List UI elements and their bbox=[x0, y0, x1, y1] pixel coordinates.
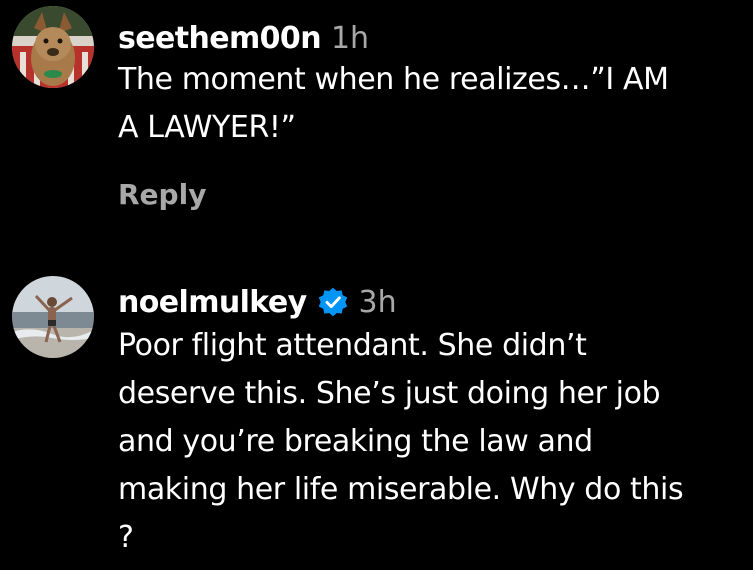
comment-header: seethem00n 1h bbox=[118, 18, 745, 58]
avatar[interactable] bbox=[12, 276, 94, 358]
comment-text: Poor flight attendant. She didn’t deserv… bbox=[118, 328, 684, 555]
timestamp: 3h bbox=[358, 284, 397, 320]
username[interactable]: noelmulkey bbox=[118, 285, 307, 320]
comment-header: noelmulkey 3h bbox=[118, 282, 745, 322]
beach-person-avatar-icon bbox=[12, 276, 94, 358]
verified-badge-icon bbox=[317, 286, 349, 318]
reply-button[interactable]: Reply bbox=[118, 178, 206, 211]
comment-body: noelmulkey 3h Poor flight attendant. She… bbox=[118, 282, 745, 562]
timestamp: 1h bbox=[330, 20, 370, 56]
comment-text: The moment when he realizes…”I AM A LAWY… bbox=[118, 62, 669, 145]
comment-body: seethem00n 1h The moment when he realize… bbox=[118, 18, 745, 152]
dog-avatar-icon bbox=[12, 6, 94, 88]
avatar[interactable] bbox=[12, 6, 94, 88]
comment-item: noelmulkey 3h Poor flight attendant. She… bbox=[0, 270, 753, 570]
username[interactable]: seethem00n bbox=[118, 21, 322, 56]
comment-item: seethem00n 1h The moment when he realize… bbox=[0, 0, 753, 240]
